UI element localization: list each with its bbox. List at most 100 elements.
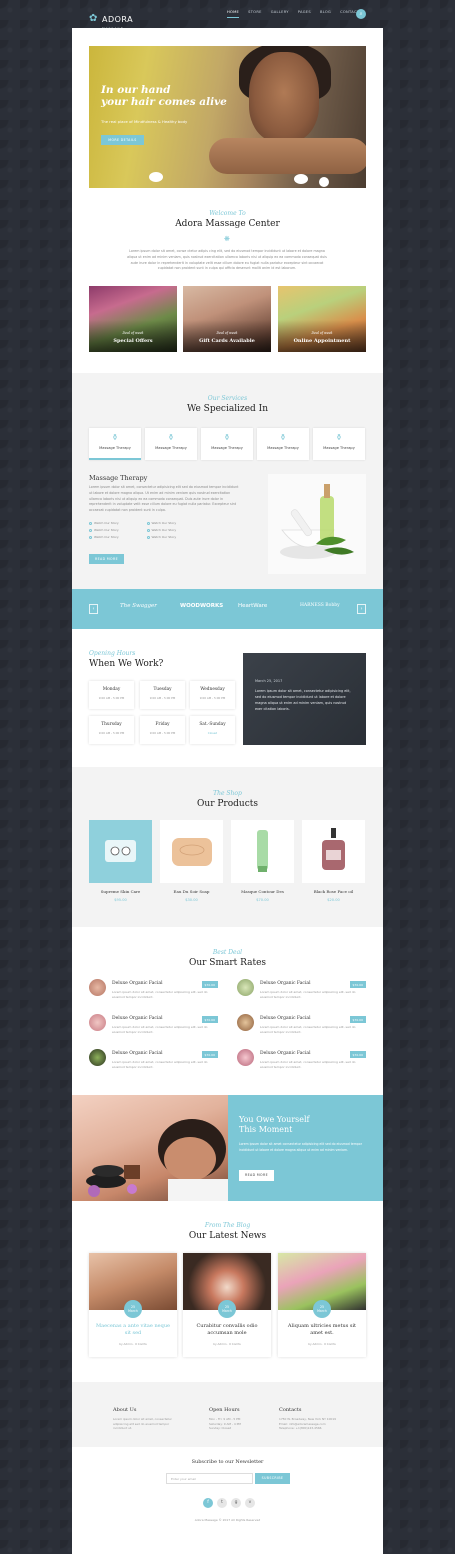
twitter-icon[interactable]: t [217,1498,227,1508]
hero-flower-decor [149,172,163,182]
client-logo: HeartWare [238,603,268,609]
chevron-right-icon[interactable]: › [357,604,366,614]
newsletter-section: Subscribe to our Newsletter Enter your e… [72,1447,383,1554]
rate-name: Deluxe Organic Facial [260,1016,311,1021]
bottles-icon: ⚱ [335,433,343,442]
tab-massage-therapy-2[interactable]: ⚱ Massage Therapy [145,428,197,460]
lotus-divider-icon: ❋ [224,235,230,243]
footer-about-text: Lorem ipsum dolor sit amet, consectetur … [113,1417,172,1431]
product-image-face-oil[interactable] [302,820,365,883]
chevron-left-icon[interactable]: ‹ [89,604,98,614]
rate-thumbnail [237,1014,254,1031]
post-meta: by Admin · 0 Comts [119,1342,147,1346]
service-detail-title: Massage Therapy [89,474,148,482]
rate-text: Lorem ipsum dolor sit amet, consectetur … [260,990,356,999]
search-icon[interactable]: ⌕ [356,9,366,19]
circle-check-icon [89,528,92,532]
product-name[interactable]: Masque Contour Des [231,889,294,894]
nav-store[interactable]: STORE [248,10,262,18]
bottles-icon: ⚱ [279,433,287,442]
list-item: Watch Our Story [146,521,205,525]
product-image-soap[interactable] [160,820,223,883]
list-item: Watch Our Story [89,521,147,525]
post-title[interactable]: Aliquam ultricies metus sit amet est. [284,1323,360,1336]
blog-post-card[interactable]: 25 March Maecenas a ante vitae neque sit … [89,1253,177,1357]
nav-pages[interactable]: PAGES [298,10,311,18]
day-card-thursday: Thursday 9:00 AM - 5:00 PM [89,716,134,744]
promo-card-gift-cards[interactable]: Deal of week Gift Cards Available [183,286,271,352]
product-image-contour[interactable] [231,820,294,883]
hero-photo-face [249,52,319,142]
subscribe-button[interactable]: SUBSCRIBE [255,1473,290,1484]
footer-about-title: About Us [113,1407,137,1413]
moment-text: Lorem ipsum dolor sit amet consectetur a… [239,1142,362,1152]
panel-date: March 25, 2017 [255,679,283,683]
newsletter-email-input[interactable]: Enter your email [166,1473,253,1484]
rate-item: Deluxe Organic Facial $70.00 Lorem ipsum… [89,979,218,1007]
tab-label: Massage Therapy [267,446,299,450]
nav-home[interactable]: HOME [227,10,240,18]
day-card-tuesday: Tuesday 9:00 AM - 5:00 PM [140,681,185,709]
nav-blog[interactable]: BLOG [320,10,331,18]
rates-pretitle: Best Deal [212,949,243,956]
post-title[interactable]: Maecenas a ante vitae neque sit sed [95,1323,171,1336]
footer-hours-text: Mon - Fri: 9 AM - 5 PM Saturday: 9 AM - … [209,1417,241,1431]
blog-post-card[interactable]: 25 March Curabitur convallis odio accumsa… [183,1253,271,1357]
logo[interactable]: ✿ ADORA MASSAGE [89,7,133,30]
client-logo: The Swagger [120,603,157,609]
hero-flower-decor [319,177,329,187]
circle-check-icon [146,521,150,525]
rate-text: Lorem ipsum dolor sit amet, consectetur … [260,1060,356,1069]
service-read-more-button[interactable]: READ MORE [89,554,124,564]
facebook-icon[interactable]: f [203,1498,213,1508]
services-section: Our Services We Specialized In ⚱ Massage… [72,373,383,589]
post-meta: by Admin · 0 Comts [213,1342,241,1346]
welcome-title: Adora Massage Center [175,219,280,229]
page-content: In our hand your hair comes alive The re… [72,28,383,1554]
copyright-text: Adora Massage © 2017 All Rights Reserved [194,1518,261,1522]
tab-massage-therapy-1[interactable]: ⚱ Massage Therapy [89,428,141,460]
hero-more-details-button[interactable]: MORE DETAILS [101,135,144,145]
promo-card-online-appointment[interactable]: Deal of week Online Appointment [278,286,366,352]
product-name[interactable]: Eau Du Soir Soap [160,889,223,894]
rate-item: Deluxe Organic Facial $70.00 Lorem ipsum… [237,1014,366,1042]
promo-small-label: Deal of week [122,331,144,335]
rate-text: Lorem ipsum dolor sit amet, consectetur … [260,1025,356,1034]
rate-price: $70.00 [201,981,218,988]
circle-check-icon [146,528,150,532]
rate-name: Deluxe Organic Facial [260,1051,311,1056]
client-logos-bar: ‹ The Swagger WOODWORKS HeartWare HARNES… [72,589,383,629]
product-name[interactable]: Supreme Skin Care [89,889,152,894]
tab-massage-therapy-5[interactable]: ⚱ Massage Therapy [313,428,365,460]
nav-gallery[interactable]: GALLERY [271,10,289,18]
welcome-text: Lorem ipsum dolor sit amet, conse ctetur… [127,249,327,271]
panel-text: Lorem ipsum dolor sit amet, consectetur … [255,689,351,711]
moment-read-more-button[interactable]: READ MORE [239,1170,274,1181]
tab-label: Massage Therapy [99,446,131,450]
post-title[interactable]: Curabitur convallis odio accumsan mole [189,1323,265,1336]
rate-text: Lorem ipsum dolor sit amet, consectetur … [112,990,208,999]
vimeo-icon[interactable]: v [245,1498,255,1508]
rate-price: $70.00 [349,1016,366,1023]
post-date-badge: 25 March [124,1300,142,1318]
promo-small-label: Deal of week [216,331,238,335]
blog-post-card[interactable]: 25 March Aliquam ultricies metus sit amet… [278,1253,366,1357]
shop-pretitle: The Shop [213,790,242,797]
promo-card-special-offers[interactable]: Deal of week Special Offers [89,286,177,352]
hero-subtitle: The real place of Mindfulness & Healthy … [101,119,188,124]
hero-title-line2: your hair comes alive [101,96,227,108]
rate-item: Deluxe Organic Facial $70.00 Lorem ipsum… [237,979,366,1007]
hero-title: In our hand your hair comes alive [101,84,227,108]
moment-title: You Owe Yourself This Moment [239,1115,310,1134]
google-plus-icon[interactable]: g [231,1498,241,1508]
tab-massage-therapy-3[interactable]: ⚱ Massage Therapy [201,428,253,460]
services-pretitle: Our Services [207,395,248,402]
list-item: Watch Our Story [89,535,147,539]
tab-massage-therapy-4[interactable]: ⚱ Massage Therapy [257,428,309,460]
rate-text: Lorem ipsum dolor sit amet, consectetur … [112,1025,208,1034]
product-image-skin-care[interactable] [89,820,152,883]
service-detail-text: Lorem ipsum dolor sit amet, consectetur … [89,485,239,513]
product-name[interactable]: Black Rose Face oil [302,889,365,894]
shop-section: The Shop Our Products Supreme Skin Care … [72,767,383,927]
lotus-logo-icon: ✿ [89,12,98,24]
